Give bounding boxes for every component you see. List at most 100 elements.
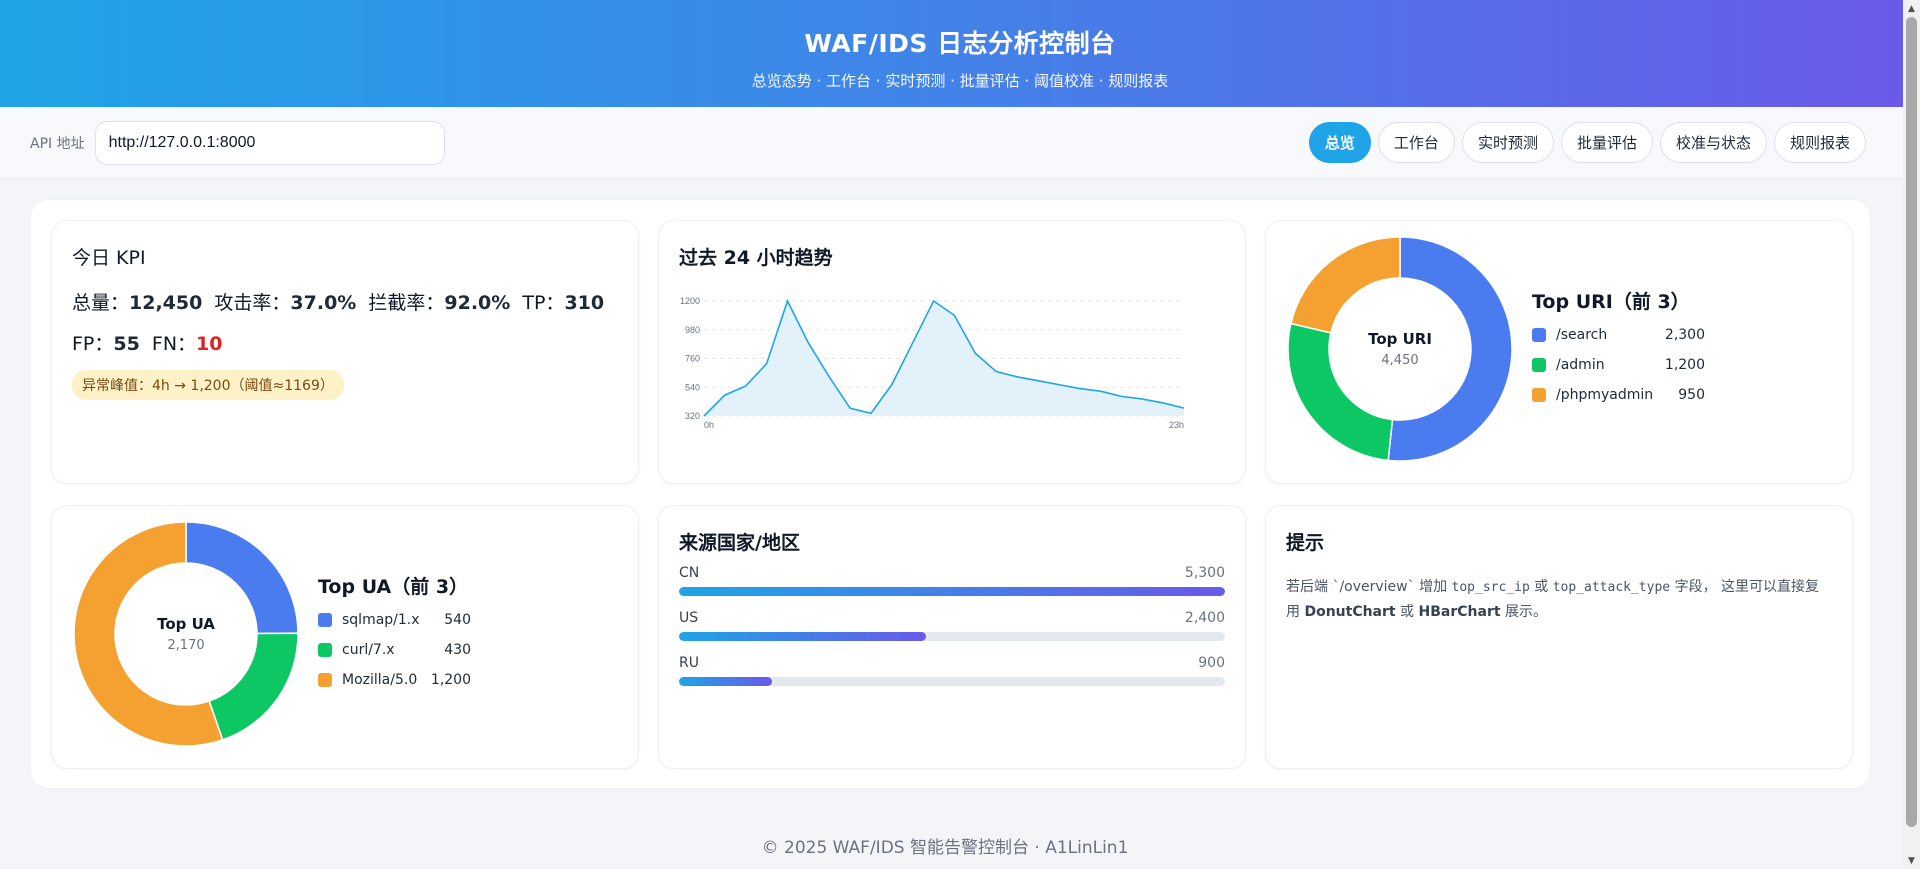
top-ua-legend-item: curl/7.x 430 (318, 635, 471, 665)
tp-value: 310 (564, 292, 605, 314)
trend-y-tick-label: 540 (685, 382, 700, 392)
top-ua-legend-swatch (318, 643, 332, 657)
tips-text-part: 若后端 `/overview` 增加 (1286, 579, 1452, 595)
fn-label: FN： (151, 333, 197, 355)
top-ua-legend-name: sqlmap/1.x (342, 612, 420, 628)
geo-bar-head: RU 900 (679, 655, 1225, 671)
geo-bar-track (679, 632, 1225, 641)
fn-value: 10 (196, 333, 223, 355)
attack-rate-label: 攻击率： (214, 292, 291, 314)
top-ua-legend-value: 540 (444, 612, 471, 628)
fp-label: FP： (72, 333, 114, 355)
kpi-row-1: 总量：12,450 攻击率：37.0% 拦截率：92.0% TP：310 (72, 288, 618, 315)
geo-country-value: 2,400 (1184, 610, 1225, 626)
scrollbar-thumb[interactable] (1906, 17, 1917, 827)
top-ua-legend-title: Top UA（前 3） (318, 576, 469, 598)
top-uri-slice (1287, 322, 1394, 462)
top-ua-legend: Top UA（前 3） sqlmap/1.x 540 curl/7.x 430 Mozi… (318, 572, 471, 695)
top-uri-donut-svg (1287, 236, 1513, 462)
nav-tab-workbench[interactable]: 工作台 (1377, 122, 1455, 163)
nav-tab-overview[interactable]: 总览 (1308, 122, 1371, 163)
page-title: WAF/IDS 日志分析控制台 (804, 29, 1116, 58)
geo-country-label: US (679, 610, 699, 626)
kpi-title: 今日 KPI (72, 247, 146, 269)
nav-tab-realtime-predict[interactable]: 实时预测 (1461, 122, 1554, 163)
geo-country-label: CN (679, 565, 700, 581)
top-uri-legend-swatch (1532, 388, 1546, 402)
geo-bar-track (679, 587, 1225, 596)
scroll-down-arrow-icon[interactable]: ▼ (1903, 852, 1920, 869)
nav-tab-calibration-status[interactable]: 校准与状态 (1659, 122, 1767, 163)
top-ua-legend-item: Mozilla/5.0 1,200 (318, 665, 471, 695)
total-value: 12,450 (129, 292, 203, 314)
geo-title: 来源国家/地区 (679, 532, 800, 554)
top-uri-slice (1387, 236, 1513, 462)
top-uri-legend-value: 2,300 (1664, 327, 1705, 343)
top-ua-legend-value: 430 (444, 642, 471, 658)
tips-donut-chart-name: DonutChart (1304, 604, 1396, 620)
geo-bar-list: CN 5,300 US 2,400 RU 900 (679, 565, 1225, 686)
page-subtitle: 总览态势 · 工作台 · 实时预测 · 批量评估 · 阈值校准 · 规则报表 (751, 72, 1169, 90)
trend-y-tick-label: 760 (685, 354, 700, 364)
top-uri-legend-value: 950 (1678, 387, 1705, 403)
top-ua-donut: Top UA 2,170 (72, 520, 300, 748)
nav-tab-batch-eval[interactable]: 批量评估 (1560, 122, 1653, 163)
main-nav: 总览 工作台 实时预测 批量评估 校准与状态 规则报表 (1308, 122, 1866, 163)
tips-title: 提示 (1286, 532, 1325, 554)
geo-bar-item: CN 5,300 (679, 565, 1225, 596)
nav-tab-rule-report[interactable]: 规则报表 (1773, 122, 1866, 163)
top-uri-legend: Top URI（前 3） /search 2,300/admin 1,200/php… (1532, 287, 1705, 410)
vertical-scrollbar[interactable]: ▲ ▼ (1903, 0, 1920, 869)
attack-rate-value: 37.0% (290, 292, 357, 314)
tips-text-part: 或 (1529, 579, 1553, 595)
geo-bar-head: US 2,400 (679, 610, 1225, 626)
top-uri-legend-title: Top URI（前 3） (1532, 291, 1690, 313)
top-uri-legend-value: 1,200 (1664, 357, 1705, 373)
page-footer: © 2025 WAF/IDS 智能告警控制台 · A1LinLin1 (761, 838, 1129, 858)
geo-bar-track (679, 677, 1225, 686)
tips-text-part: 展示。 (1500, 604, 1547, 620)
top-uri-legend-item: /search 2,300 (1532, 320, 1705, 350)
top-ua-slice (185, 521, 299, 635)
geo-bar-fill (679, 632, 927, 641)
tips-code-src-ip: top_src_ip (1451, 580, 1530, 595)
top-ua-legend-swatch (318, 673, 332, 687)
top-ua-slice (208, 632, 299, 741)
tips-text: 若后端 `/overview` 增加 top_src_ip 或 top_atta… (1286, 575, 1832, 625)
geo-bar-fill (679, 677, 772, 686)
anomaly-badge: 异常峰值：4h → 1,200（阈值≈1169） (72, 370, 344, 400)
top-uri-legend-swatch (1532, 358, 1546, 372)
top-uri-legend-name: /admin (1556, 357, 1605, 373)
trend-x-tick-label: 23h (1169, 420, 1184, 430)
api-address-input[interactable] (94, 120, 445, 165)
kpi-card: 今日 KPI 总量：12,450 攻击率：37.0% 拦截率：92.0% TP：… (51, 220, 639, 484)
overview-panel: 今日 KPI 总量：12,450 攻击率：37.0% 拦截率：92.0% TP：… (30, 199, 1871, 789)
tips-code-attack-type: top_attack_type (1552, 580, 1671, 595)
scroll-up-arrow-icon[interactable]: ▲ (1903, 0, 1920, 17)
top-ua-legend-swatch (318, 613, 332, 627)
top-uri-legend-swatch (1532, 328, 1546, 342)
geo-card: 来源国家/地区 CN 5,300 US 2,400 RU 900 (658, 505, 1246, 769)
top-uri-legend-name: /phpmyadmin (1556, 387, 1654, 403)
top-ua-card: Top UA 2,170 Top UA（前 3） sqlmap/1.x 540 cu… (51, 505, 639, 769)
trend-y-tick-label: 320 (685, 411, 700, 421)
trend-chart: 320 540 760 980 1200 0h 23h (680, 296, 1185, 430)
block-rate-label: 拦截率： (368, 292, 445, 314)
top-uri-donut: Top URI 4,450 (1286, 235, 1514, 463)
tips-text-part: 或 (1395, 604, 1419, 620)
tips-card: 提示 若后端 `/overview` 增加 top_src_ip 或 top_a… (1265, 505, 1853, 769)
fp-value: 55 (113, 333, 140, 355)
top-uri-card: Top URI 4,450 Top URI（前 3） /search 2,300/… (1265, 220, 1853, 484)
top-uri-slice (1290, 236, 1401, 334)
geo-country-value: 5,300 (1184, 565, 1225, 581)
geo-bar-item: US 2,400 (679, 610, 1225, 641)
trend-y-tick-label: 1200 (680, 296, 700, 306)
trend-y-tick-label: 980 (685, 325, 700, 335)
geo-country-value: 900 (1198, 655, 1225, 671)
top-uri-legend-name: /search (1556, 327, 1608, 343)
geo-bar-item: RU 900 (679, 655, 1225, 686)
top-ua-legend-name: curl/7.x (342, 642, 395, 658)
tips-hbar-chart-name: HBarChart (1418, 604, 1501, 620)
top-ua-legend-name: Mozilla/5.0 (342, 672, 418, 688)
toolbar: API 地址 总览 工作台 实时预测 批量评估 校准与状态 规则报表 (0, 107, 1920, 179)
